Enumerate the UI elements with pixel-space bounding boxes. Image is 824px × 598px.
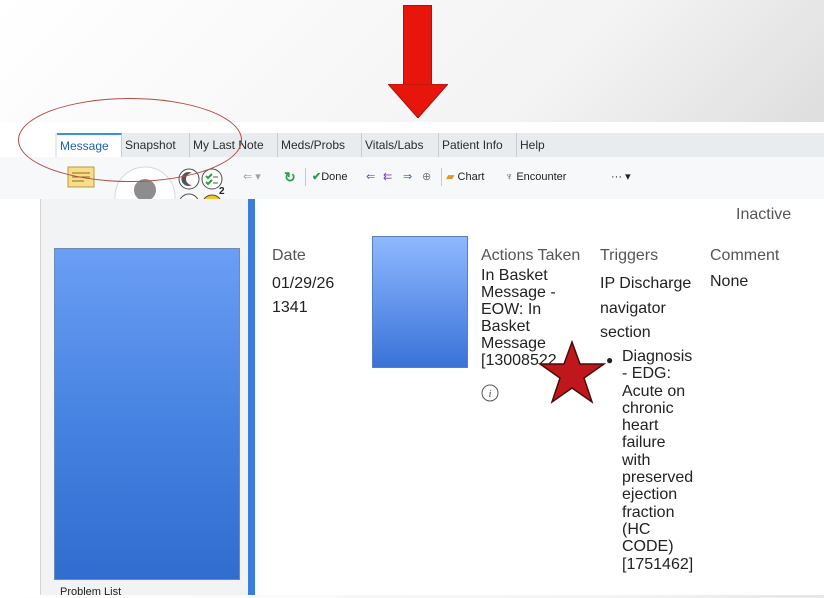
chevron-down-icon: ▾ <box>625 171 631 183</box>
panel-divider[interactable] <box>248 199 255 595</box>
checkmark-icon: ✔ <box>312 171 322 183</box>
toolbar-separator <box>441 168 442 186</box>
triggers-value: IP Discharge navigator section <box>600 275 692 341</box>
notification-badge: 2 <box>219 186 225 197</box>
back-arrow-icon[interactable]: ⇐ ▾ <box>243 167 261 187</box>
refresh-icon[interactable]: ↻ <box>284 167 296 187</box>
previous-message-icon[interactable]: ⇐ <box>366 167 375 187</box>
tab-vitals-labs[interactable]: Vitals/Labs <box>362 133 439 157</box>
tab-meds-probs[interactable]: Meds/Probs <box>278 133 362 157</box>
trigger-diagnosis: Diagnosis - EDG: Acute on chronic heart … <box>622 348 694 573</box>
encounter-label: Encounter <box>516 171 567 183</box>
red-arrow-shaft <box>403 5 432 85</box>
more-label: ··· <box>611 171 622 183</box>
info-icon[interactable]: i <box>481 384 499 402</box>
folder-icon: ▰ <box>446 171 455 183</box>
more-button[interactable]: ··· ▾ <box>611 167 631 187</box>
encounter-button[interactable]: ♆ Encounter <box>505 167 566 187</box>
bullet-icon: ● <box>606 353 614 367</box>
svg-text:i: i <box>488 388 491 400</box>
red-circle-annotation <box>18 98 242 182</box>
date-value: 01/29/26 1341 <box>272 275 335 316</box>
red-star-annotation <box>538 340 606 404</box>
comment-value: None <box>710 273 749 290</box>
search-icon[interactable]: ⊕ <box>422 167 431 187</box>
patient-sidebar-redacted <box>54 248 240 580</box>
toolbar-separator <box>305 168 306 186</box>
problem-list-label[interactable]: Problem List <box>60 586 121 598</box>
comment-header: Comment <box>710 247 780 264</box>
red-arrow-head <box>388 84 448 118</box>
chart-label: Chart <box>457 171 485 183</box>
date-header: Date <box>272 247 306 264</box>
triggers-header: Triggers <box>600 247 659 264</box>
chart-button[interactable]: ▰ Chart <box>446 167 484 187</box>
stethoscope-icon: ♆ <box>505 171 514 183</box>
actions-taken-header: Actions Taken <box>481 247 581 264</box>
thumbnail-redacted <box>372 236 468 368</box>
status-label: Inactive <box>736 206 792 223</box>
previous-patient-icon[interactable]: ⇇ <box>383 167 392 187</box>
done-button[interactable]: ✔Done <box>312 167 348 187</box>
tab-patient-info[interactable]: Patient Info <box>439 133 517 157</box>
left-edge <box>34 199 41 595</box>
done-label: Done <box>321 171 348 183</box>
next-message-icon[interactable]: ⇒ <box>403 167 412 187</box>
tab-help[interactable]: Help <box>517 133 554 157</box>
